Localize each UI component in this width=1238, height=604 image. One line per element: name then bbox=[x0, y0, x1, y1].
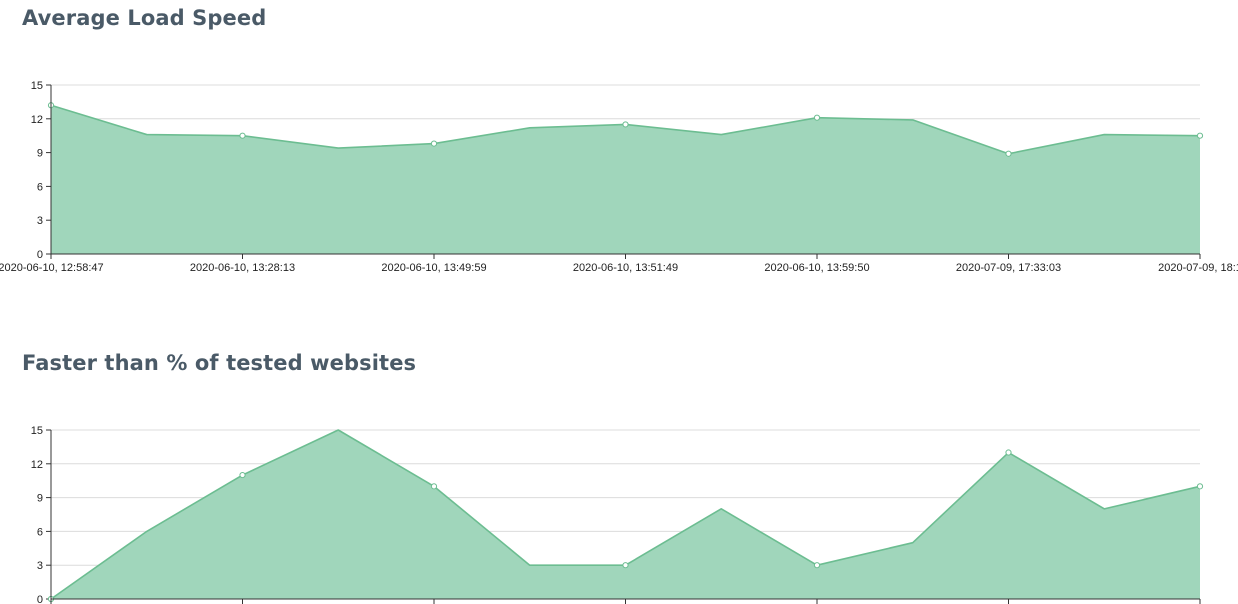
x-tick-label: 2020-06-10, 13:51:49 bbox=[573, 262, 678, 274]
data-point[interactable] bbox=[1196, 483, 1204, 490]
series-area bbox=[51, 430, 1200, 599]
data-point[interactable] bbox=[430, 483, 438, 490]
y-tick-label: 12 bbox=[31, 459, 43, 471]
y-tick-label: 0 bbox=[37, 594, 43, 604]
data-point[interactable] bbox=[622, 121, 629, 128]
faster-than-percent-chart: 0 3 6 9 12 15 bbox=[31, 425, 1204, 604]
data-point[interactable] bbox=[1005, 150, 1012, 157]
y-tick-label: 3 bbox=[37, 215, 43, 227]
average-load-speed-chart: 0 3 6 9 12 15 2020-06-10, 12:58:47 2020-06-10, … bbox=[0, 80, 1238, 274]
chart-title-faster-than-percent: Faster than % of tested websites bbox=[22, 351, 417, 375]
data-point[interactable] bbox=[1196, 132, 1204, 139]
data-point[interactable] bbox=[239, 471, 246, 479]
y-tick-label: 3 bbox=[37, 560, 43, 572]
data-point[interactable] bbox=[239, 132, 246, 139]
x-tick-label: 2020-07-09, 18:1 bbox=[1158, 262, 1238, 274]
y-tick-label: 15 bbox=[31, 80, 43, 92]
data-point[interactable] bbox=[622, 562, 629, 569]
y-tick-label: 15 bbox=[31, 425, 43, 437]
x-tick-label: 2020-07-09, 17:33:03 bbox=[956, 262, 1061, 274]
x-tick-label: 2020-06-10, 13:28:13 bbox=[190, 262, 295, 274]
y-tick-label: 6 bbox=[37, 181, 43, 193]
y-tick-label: 6 bbox=[37, 526, 43, 538]
data-point[interactable] bbox=[813, 562, 821, 569]
x-tick-label: 2020-06-10, 12:58:47 bbox=[0, 262, 104, 274]
y-tick-label: 9 bbox=[37, 493, 43, 505]
data-point[interactable] bbox=[430, 140, 438, 147]
y-tick-label: 0 bbox=[37, 249, 43, 261]
data-point[interactable] bbox=[1005, 449, 1012, 456]
y-tick-label: 12 bbox=[31, 114, 43, 126]
series-area bbox=[51, 105, 1200, 254]
x-tick-label: 2020-06-10, 13:59:50 bbox=[764, 262, 869, 274]
chart-title-average-load-speed: Average Load Speed bbox=[22, 6, 267, 30]
y-tick-label: 9 bbox=[37, 148, 43, 160]
data-point[interactable] bbox=[813, 114, 821, 121]
x-tick-label: 2020-06-10, 13:49:59 bbox=[381, 262, 486, 274]
